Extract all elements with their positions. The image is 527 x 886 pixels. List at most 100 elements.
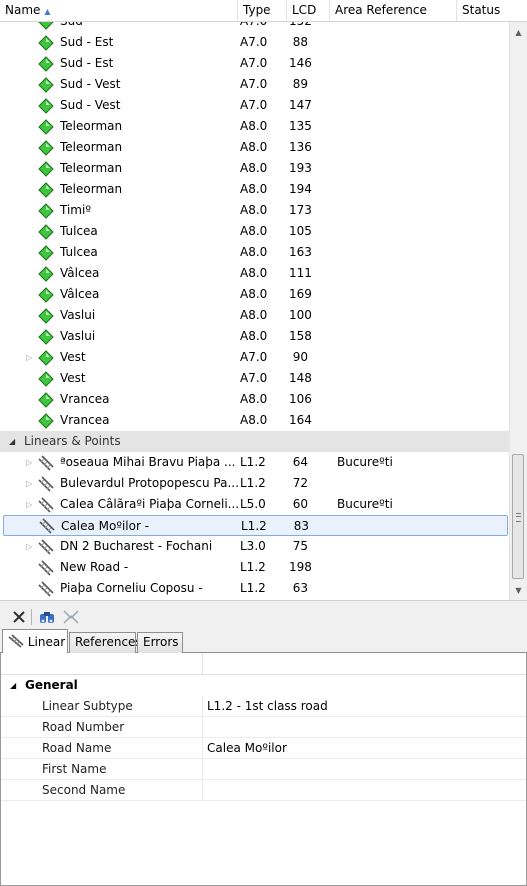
- linear-road-icon: [38, 560, 54, 576]
- row-type: A7.0: [240, 350, 268, 364]
- tab-references[interactable]: References: [69, 632, 142, 653]
- linear-row[interactable]: New Road - L1.2 198: [0, 557, 509, 578]
- row-lcd: 60: [292, 497, 308, 511]
- property-row[interactable]: First Name: [1, 759, 526, 780]
- row-name: Teleorman: [60, 119, 123, 133]
- point-row[interactable]: Vrancea A8.0 106: [0, 389, 509, 410]
- row-lcd: 146: [289, 56, 312, 70]
- expand-triangle-icon[interactable]: ▷: [26, 473, 36, 494]
- linear-road-icon: [38, 581, 54, 597]
- column-status-header[interactable]: Status: [457, 0, 527, 21]
- point-row[interactable]: Vrancea A8.0 164: [0, 410, 509, 431]
- property-row[interactable]: Road Name Calea Moºilor: [1, 738, 526, 759]
- expand-triangle-icon[interactable]: ▷: [26, 347, 36, 368]
- point-row[interactable]: Sud - Est A7.0 146: [0, 53, 509, 74]
- scrollbar-thumb[interactable]: [512, 454, 524, 579]
- point-row[interactable]: Tulcea A8.0 163: [0, 242, 509, 263]
- find-button[interactable]: [37, 607, 57, 627]
- linear-row[interactable]: ▷ Bulevardul Protopopescu Pa... L1.2 72: [0, 473, 509, 494]
- expand-triangle-icon[interactable]: ▷: [26, 494, 36, 515]
- row-name: Timiº: [60, 203, 91, 217]
- point-row[interactable]: Vaslui A8.0 158: [0, 326, 509, 347]
- tab-errors-label: Errors: [143, 635, 179, 649]
- group-linears-points[interactable]: ◢ Linears & Points: [0, 431, 509, 452]
- point-row[interactable]: Teleorman A8.0 136: [0, 137, 509, 158]
- point-row[interactable]: Sud - Est A7.0 88: [0, 32, 509, 53]
- scroll-up-arrow-icon[interactable]: ▲: [510, 24, 527, 41]
- point-diamond-icon: [38, 35, 54, 51]
- row-lcd: 164: [289, 413, 312, 427]
- point-row[interactable]: Vaslui A8.0 100: [0, 305, 509, 326]
- row-type: A8.0: [240, 140, 268, 154]
- row-type: A7.0: [240, 371, 268, 385]
- linear-row[interactable]: ▷ Calea Câlãraºi Piaþa Corneli... L5.0 60 Bu…: [0, 494, 509, 515]
- collapse-triangle-icon[interactable]: ◢: [9, 431, 15, 452]
- row-lcd: 64: [292, 455, 308, 469]
- row-name: Teleorman: [60, 161, 123, 175]
- row-type: A8.0: [240, 182, 268, 196]
- expand-triangle-icon[interactable]: ▷: [26, 452, 36, 473]
- collapse-triangle-icon[interactable]: ◢: [10, 675, 16, 696]
- point-row[interactable]: Teleorman A8.0 194: [0, 179, 509, 200]
- row-lcd: 63: [292, 581, 308, 595]
- scroll-down-arrow-icon[interactable]: ▼: [510, 582, 527, 599]
- column-type-header[interactable]: Type: [238, 0, 287, 21]
- row-name: Vrancea: [60, 392, 110, 406]
- row-name: ªoseaua Mihai Bravu Piaþa ...: [60, 455, 236, 469]
- delete-button[interactable]: [9, 607, 29, 627]
- point-row[interactable]: Sud - Vest A7.0 89: [0, 74, 509, 95]
- location-tree[interactable]: Sud A7.0 152 Sud - Est A7.0 88 Sud - Est A7.0 14…: [0, 22, 509, 600]
- property-value[interactable]: L1.2 - 1st class road: [207, 696, 328, 717]
- point-diamond-icon: [38, 413, 54, 429]
- row-type: A8.0: [240, 266, 268, 280]
- column-name-header[interactable]: Name ▲: [0, 0, 238, 21]
- property-label: Road Number: [42, 720, 125, 734]
- point-row[interactable]: Teleorman A8.0 193: [0, 158, 509, 179]
- tree-scrollbar[interactable]: ▲ ▼: [509, 22, 527, 600]
- row-name: Sud: [60, 22, 83, 32]
- column-area-reference-header[interactable]: Area Reference: [330, 0, 457, 21]
- linear-row[interactable]: ▷ DN 2 Bucharest - Fochani L3.0 75: [0, 536, 509, 557]
- property-grid-header: [1, 653, 526, 675]
- column-lcd-header[interactable]: LCD: [287, 0, 330, 21]
- row-lcd: 193: [289, 161, 312, 175]
- point-row[interactable]: ▷ Vest A7.0 90: [0, 347, 509, 368]
- row-lcd: 100: [289, 308, 312, 322]
- linear-row[interactable]: Calea Moºilor - L1.2 83: [3, 515, 508, 536]
- row-type: A8.0: [240, 119, 268, 133]
- row-lcd: 158: [289, 329, 312, 343]
- property-value[interactable]: Calea Moºilor: [207, 738, 287, 759]
- property-column-divider: [202, 738, 203, 759]
- point-row[interactable]: Sud A7.0 152: [0, 22, 509, 32]
- linear-row[interactable]: ▷ ªoseaua Mihai Bravu Piaþa ... L1.2 64 Bucu…: [0, 452, 509, 473]
- point-row[interactable]: Tulcea A8.0 105: [0, 221, 509, 242]
- property-row[interactable]: Second Name: [1, 780, 526, 801]
- row-lcd: 90: [292, 350, 308, 364]
- row-type: A8.0: [240, 245, 268, 259]
- row-type: L1.2: [241, 519, 267, 533]
- group-label: Linears & Points: [24, 434, 121, 448]
- expand-triangle-icon[interactable]: ▷: [26, 536, 36, 557]
- property-row[interactable]: Linear Subtype L1.2 - 1st class road: [1, 696, 526, 717]
- row-name: Vaslui: [60, 308, 96, 322]
- point-row[interactable]: Vest A7.0 148: [0, 368, 509, 389]
- linear-row[interactable]: Piaþa Corneliu Coposu - L1.2 63: [0, 578, 509, 599]
- point-row[interactable]: Timiº A8.0 173: [0, 200, 509, 221]
- split-link-button[interactable]: [61, 607, 81, 627]
- point-diamond-icon: [38, 287, 54, 303]
- row-type: A7.0: [240, 56, 268, 70]
- split-link-icon: [63, 610, 79, 624]
- row-lcd: 88: [292, 35, 308, 49]
- property-row[interactable]: Road Number: [1, 717, 526, 738]
- row-type: A8.0: [240, 413, 268, 427]
- toolbar-separator: [31, 609, 32, 625]
- row-lcd: 135: [289, 119, 312, 133]
- property-category-general[interactable]: ◢ General: [1, 675, 526, 696]
- point-row[interactable]: Vâlcea A8.0 169: [0, 284, 509, 305]
- point-row[interactable]: Teleorman A8.0 135: [0, 116, 509, 137]
- point-row[interactable]: Vâlcea A8.0 111: [0, 263, 509, 284]
- row-type: L1.2: [240, 581, 266, 595]
- tab-linear[interactable]: Linear: [2, 629, 68, 653]
- point-row[interactable]: Sud - Vest A7.0 147: [0, 95, 509, 116]
- tab-errors[interactable]: Errors: [137, 632, 183, 653]
